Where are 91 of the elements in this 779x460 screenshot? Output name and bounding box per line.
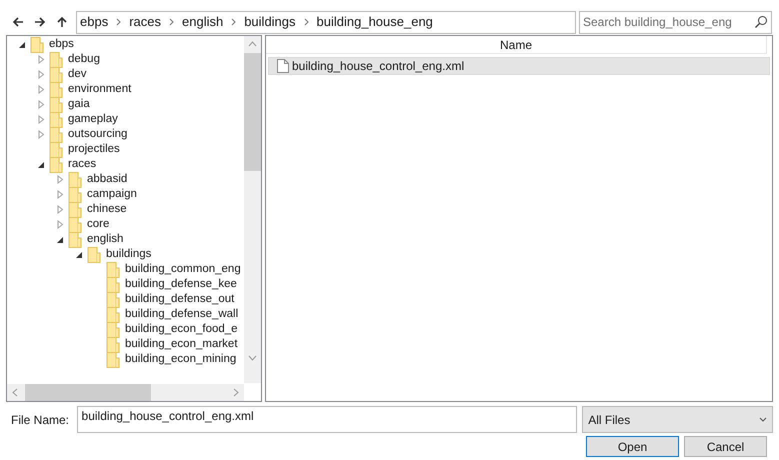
folder-icon <box>106 306 120 322</box>
file-row[interactable]: building_house_control_eng.xml <box>268 57 770 75</box>
vertical-scrollbar[interactable] <box>244 36 261 383</box>
chevron-right-icon <box>116 18 122 26</box>
scroll-left-icon[interactable] <box>12 388 18 397</box>
folder-icon <box>49 142 63 158</box>
folder-name[interactable]: abbasid <box>87 170 128 188</box>
folder-icon <box>87 246 101 262</box>
folder-name[interactable]: outsourcing <box>68 126 128 144</box>
folder-name[interactable]: environment <box>68 80 132 98</box>
folder-icon <box>106 336 120 352</box>
collapsed-triangle-icon[interactable] <box>38 100 44 109</box>
chevron-right-icon <box>304 18 309 26</box>
folder-name[interactable]: building_defense_out <box>125 290 234 308</box>
folder-icon <box>106 322 120 338</box>
address-bar[interactable]: ebps races english buildings building_house_eng <box>76 10 576 34</box>
dialog-button[interactable]: Open <box>586 436 679 457</box>
collapsed-triangle-icon[interactable] <box>38 55 44 64</box>
breadcrumb[interactable]: building_house_eng <box>316 12 433 32</box>
breadcrumb[interactable]: buildings <box>244 12 296 32</box>
folder-icon <box>68 216 82 232</box>
expanded-triangle-icon[interactable] <box>56 235 64 244</box>
breadcrumb[interactable]: races <box>129 12 161 32</box>
folder-name[interactable]: building_defense_kee <box>125 276 237 294</box>
collapsed-triangle-icon[interactable] <box>56 190 64 199</box>
folder-icon <box>68 202 82 218</box>
file-name-field[interactable]: building_house_control_eng.xml <box>76 406 578 433</box>
folder-name[interactable]: building_econ_market <box>125 336 238 354</box>
horizontal-scrollbar[interactable] <box>7 384 244 401</box>
folder-icon <box>49 82 63 98</box>
collapsed-triangle-icon[interactable] <box>56 175 64 184</box>
folder-name[interactable]: core <box>87 216 110 234</box>
expanded-triangle-icon[interactable] <box>18 40 26 49</box>
folder-name[interactable]: dev <box>68 66 87 84</box>
folder-name[interactable]: buildings <box>106 246 152 264</box>
folder-icon <box>68 186 82 202</box>
folder-icon <box>30 37 44 52</box>
scroll-thumb[interactable] <box>244 53 261 171</box>
expanded-triangle-icon[interactable] <box>76 250 82 259</box>
folder-icon <box>68 232 82 248</box>
folder-icon <box>49 66 63 82</box>
folder-name[interactable]: projectiles <box>68 140 120 158</box>
folder-name[interactable]: races <box>68 156 96 174</box>
file-name: building_house_control_eng.xml <box>292 58 464 75</box>
collapsed-triangle-icon[interactable] <box>38 130 44 139</box>
folder-name[interactable]: building_defense_wall <box>125 306 238 324</box>
breadcrumb[interactable]: ebps <box>80 12 108 32</box>
folder-icon <box>49 156 63 172</box>
scroll-thumb[interactable] <box>25 384 151 401</box>
folder-name[interactable]: chinese <box>87 200 127 218</box>
folder-name[interactable]: gaia <box>68 96 90 114</box>
dialog-button[interactable]: Cancel <box>684 436 767 457</box>
folder-icon <box>68 172 82 188</box>
chevron-right-icon <box>169 18 174 26</box>
collapsed-triangle-icon[interactable] <box>38 70 44 79</box>
folder-name[interactable]: building_econ_food_e <box>125 320 238 338</box>
back-icon[interactable] <box>12 16 24 28</box>
folder-name[interactable]: ebps <box>49 37 74 54</box>
collapsed-triangle-icon[interactable] <box>56 220 64 229</box>
forward-icon[interactable] <box>34 16 46 28</box>
collapsed-triangle-icon[interactable] <box>38 115 44 124</box>
scroll-down-icon[interactable] <box>248 355 257 361</box>
file-type-dropdown[interactable]: All Files <box>582 406 773 433</box>
collapsed-triangle-icon[interactable] <box>38 85 44 94</box>
search-icon[interactable] <box>754 14 768 28</box>
file-name-label: File Name: <box>10 412 70 428</box>
folder-icon <box>106 352 120 368</box>
folder-icon <box>49 52 63 68</box>
search-field[interactable]: Search building_house_eng <box>579 10 772 34</box>
folder-icon <box>49 96 63 112</box>
folder-name[interactable]: gameplay <box>68 110 118 128</box>
folder-icon <box>106 276 120 292</box>
scroll-right-icon[interactable] <box>233 388 239 397</box>
collapsed-triangle-icon[interactable] <box>56 205 64 214</box>
folder-icon <box>106 292 120 308</box>
file-icon <box>277 59 289 73</box>
folder-name[interactable]: building_econ_mining <box>125 350 236 368</box>
folder-name[interactable]: campaign <box>87 186 137 204</box>
folder-icon <box>49 126 63 142</box>
folder-name[interactable]: debug <box>68 50 100 68</box>
folder-name[interactable]: english <box>87 230 124 248</box>
folder-icon <box>49 112 63 128</box>
scroll-up-icon[interactable] <box>248 41 257 47</box>
column-header[interactable]: Name <box>266 36 766 53</box>
expanded-triangle-icon[interactable] <box>38 160 44 169</box>
folder-name[interactable]: building_common_eng <box>125 260 241 278</box>
breadcrumb[interactable]: english <box>182 12 224 32</box>
up-icon[interactable] <box>56 16 68 28</box>
folder-icon <box>106 262 120 278</box>
chevron-right-icon <box>231 18 236 26</box>
chevron-down-icon <box>758 417 767 422</box>
